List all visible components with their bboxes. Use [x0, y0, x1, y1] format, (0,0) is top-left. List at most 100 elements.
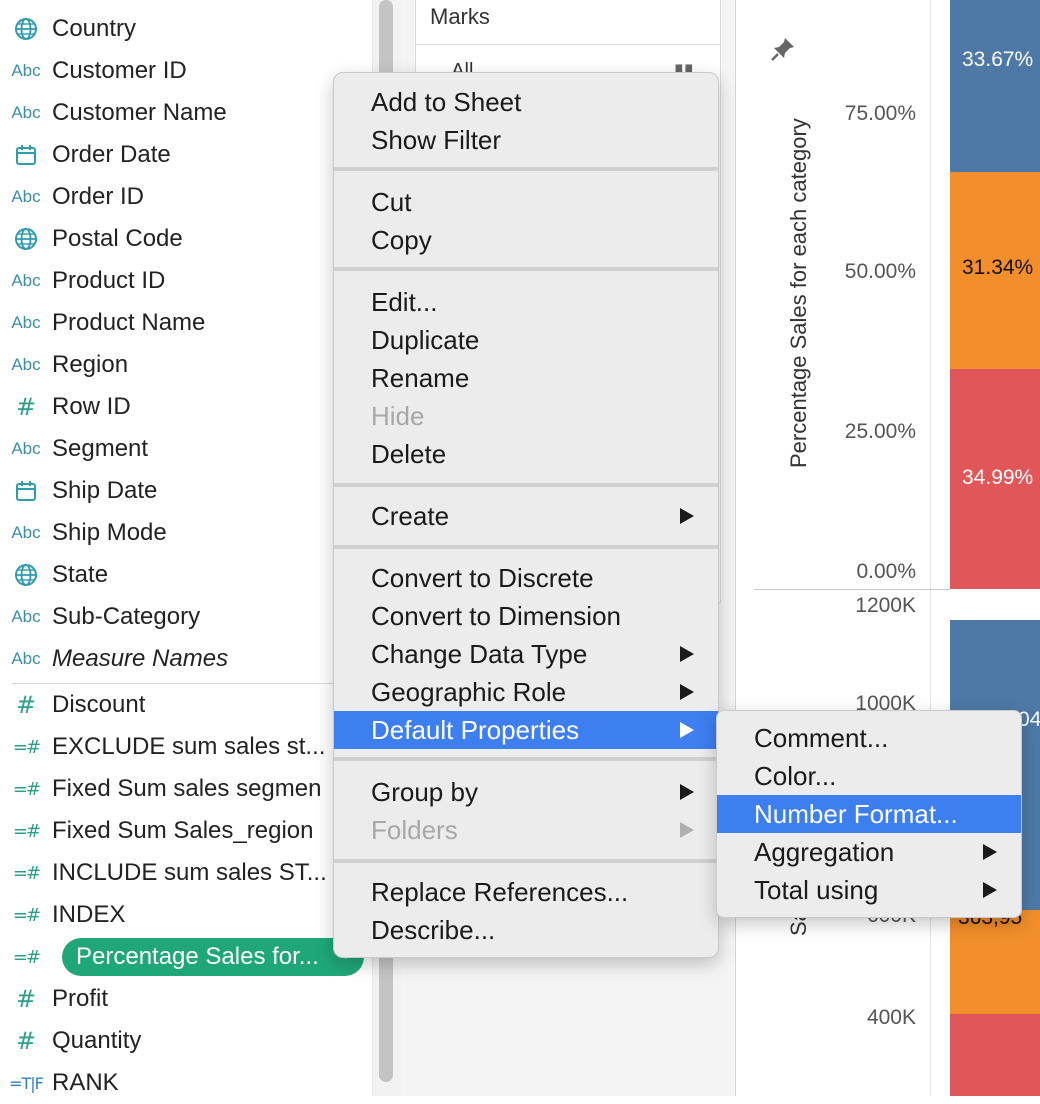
- field-sub-category[interactable]: Abc Sub-Category: [0, 596, 372, 638]
- field-label: Customer Name: [52, 99, 227, 126]
- submenu-item-total-using[interactable]: Total using: [717, 871, 1021, 909]
- marks-card-title: Marks: [430, 4, 490, 29]
- menu-item-add-to-sheet[interactable]: Add to Sheet: [334, 83, 718, 121]
- menu-item-replace-references[interactable]: Replace References...: [334, 873, 718, 911]
- field-include-sum-sales[interactable]: =# INCLUDE sum sales ST...: [0, 852, 372, 894]
- field-label: Segment: [52, 435, 149, 462]
- submenu-arrow-icon: [680, 684, 694, 700]
- field-label: Product ID: [52, 267, 166, 294]
- field-label: EXCLUDE sum sales st...: [52, 733, 326, 760]
- field-index[interactable]: =# INDEX: [0, 894, 372, 936]
- y-tick: 0.00%: [856, 560, 916, 583]
- field-measure-names[interactable]: Abc Measure Names: [0, 638, 372, 680]
- field-rank[interactable]: =T|F RANK: [0, 1062, 372, 1104]
- bar-data-label: 34.99%: [962, 466, 1034, 489]
- field-product-name[interactable]: Abc Product Name: [0, 302, 372, 344]
- field-label: Measure Names: [52, 645, 229, 672]
- field-label: Order ID: [52, 183, 145, 210]
- field-label: Quantity: [52, 1027, 142, 1054]
- field-order-date[interactable]: Order Date: [0, 134, 372, 176]
- menu-item-cut[interactable]: Cut: [334, 183, 718, 221]
- field-label: Profit: [52, 985, 109, 1012]
- menu-item-folders: Folders: [334, 811, 718, 849]
- menu-item-describe[interactable]: Describe...: [334, 911, 718, 949]
- bar-segment-red-lower[interactable]: [950, 1014, 1040, 1096]
- data-pane: Country Abc Customer ID Abc Customer Nam…: [0, 0, 372, 1096]
- calculated-number-icon: =#: [12, 946, 41, 968]
- field-customer-id[interactable]: Abc Customer ID: [0, 50, 372, 92]
- field-postal-code[interactable]: Postal Code: [0, 218, 372, 260]
- bar-segment-blue[interactable]: [950, 0, 1040, 172]
- menu-item-change-data-type[interactable]: Change Data Type: [334, 635, 718, 673]
- axis-divider: [930, 0, 931, 1096]
- menu-separator: [334, 545, 718, 549]
- menu-separator: [334, 267, 718, 271]
- field-context-menu: Add to Sheet Show Filter Cut Copy Edit..…: [333, 72, 719, 958]
- field-profit[interactable]: # Profit: [0, 978, 372, 1020]
- menu-item-convert-to-dimension[interactable]: Convert to Dimension: [334, 597, 718, 635]
- field-label: Row ID: [52, 393, 131, 420]
- y-tick: 75.00%: [844, 102, 916, 125]
- field-order-id[interactable]: Abc Order ID: [0, 176, 372, 218]
- field-label: Product Name: [52, 309, 206, 336]
- menu-item-default-properties[interactable]: Default Properties: [334, 711, 718, 749]
- field-discount[interactable]: # Discount: [0, 684, 372, 726]
- menu-item-edit[interactable]: Edit...: [334, 283, 718, 321]
- menu-item-show-filter[interactable]: Show Filter: [334, 121, 718, 159]
- x-axis-line: [754, 589, 950, 590]
- field-fixed-sum-sales-region[interactable]: =# Fixed Sum Sales_region: [0, 810, 372, 852]
- field-state[interactable]: State: [0, 554, 372, 596]
- field-label: Discount: [52, 691, 146, 718]
- marks-divider: [416, 44, 720, 45]
- pin-icon[interactable]: [770, 36, 796, 68]
- y-axis-title: Percentage Sales for each category: [786, 118, 811, 468]
- field-label: INCLUDE sum sales ST...: [52, 859, 327, 886]
- menu-separator: [334, 859, 718, 863]
- menu-item-create[interactable]: Create: [334, 497, 718, 535]
- submenu-item-comment[interactable]: Comment...: [717, 719, 1021, 757]
- field-label: INDEX: [52, 901, 126, 928]
- submenu-arrow-icon: [680, 822, 694, 838]
- field-row-id[interactable]: # Row ID: [0, 386, 372, 428]
- field-label: RANK: [52, 1069, 119, 1096]
- submenu-item-aggregation[interactable]: Aggregation: [717, 833, 1021, 871]
- menu-item-hide: Hide: [371, 401, 425, 431]
- menu-item-group-by[interactable]: Group by: [334, 773, 718, 811]
- menu-item-rename[interactable]: Rename: [334, 359, 718, 397]
- field-label: Country: [52, 15, 137, 42]
- menu-item-copy[interactable]: Copy: [334, 221, 718, 259]
- field-segment[interactable]: Abc Segment: [0, 428, 372, 470]
- field-label: Percentage Sales for...: [76, 943, 319, 970]
- menu-item-convert-to-discrete[interactable]: Convert to Discrete: [334, 559, 718, 597]
- y-tick: 400K: [866, 1006, 916, 1029]
- field-label: Fixed Sum sales segmen: [52, 775, 322, 802]
- menu-item-delete[interactable]: Delete: [334, 435, 718, 473]
- field-country[interactable]: Country: [0, 8, 372, 50]
- menu-item-duplicate[interactable]: Duplicate: [334, 321, 718, 359]
- field-label: Postal Code: [52, 225, 183, 252]
- field-label: Customer ID: [52, 57, 187, 84]
- submenu-item-color[interactable]: Color...: [717, 757, 1021, 795]
- field-product-id[interactable]: Abc Product ID: [0, 260, 372, 302]
- field-label: State: [52, 561, 109, 588]
- field-quantity[interactable]: # Quantity: [0, 1020, 372, 1062]
- field-region[interactable]: Abc Region: [0, 344, 372, 386]
- bar-data-label: 33.67%: [962, 48, 1034, 71]
- field-exclude-sum-sales[interactable]: =# EXCLUDE sum sales st...: [0, 726, 372, 768]
- submenu-arrow-icon: [680, 646, 694, 662]
- selected-field-pill[interactable]: Percentage Sales for...: [62, 938, 364, 976]
- field-ship-mode[interactable]: Abc Ship Mode: [0, 512, 372, 554]
- y-tick: 25.00%: [844, 420, 916, 443]
- field-fixed-sum-sales-segment[interactable]: =# Fixed Sum sales segmen: [0, 768, 372, 810]
- submenu-arrow-icon: [983, 844, 997, 860]
- submenu-item-number-format[interactable]: Number Format...: [717, 795, 1021, 833]
- menu-separator: [334, 167, 718, 171]
- chart-area: Percentage Sales for each category Sa 75…: [736, 0, 1040, 1096]
- menu-item-geographic-role[interactable]: Geographic Role: [334, 673, 718, 711]
- field-customer-name[interactable]: Abc Customer Name: [0, 92, 372, 134]
- field-label: Ship Date: [52, 477, 158, 504]
- y-tick: 1200K: [855, 594, 916, 617]
- field-label: Region: [52, 351, 129, 378]
- field-label: Order Date: [52, 141, 171, 168]
- field-ship-date[interactable]: Ship Date: [0, 470, 372, 512]
